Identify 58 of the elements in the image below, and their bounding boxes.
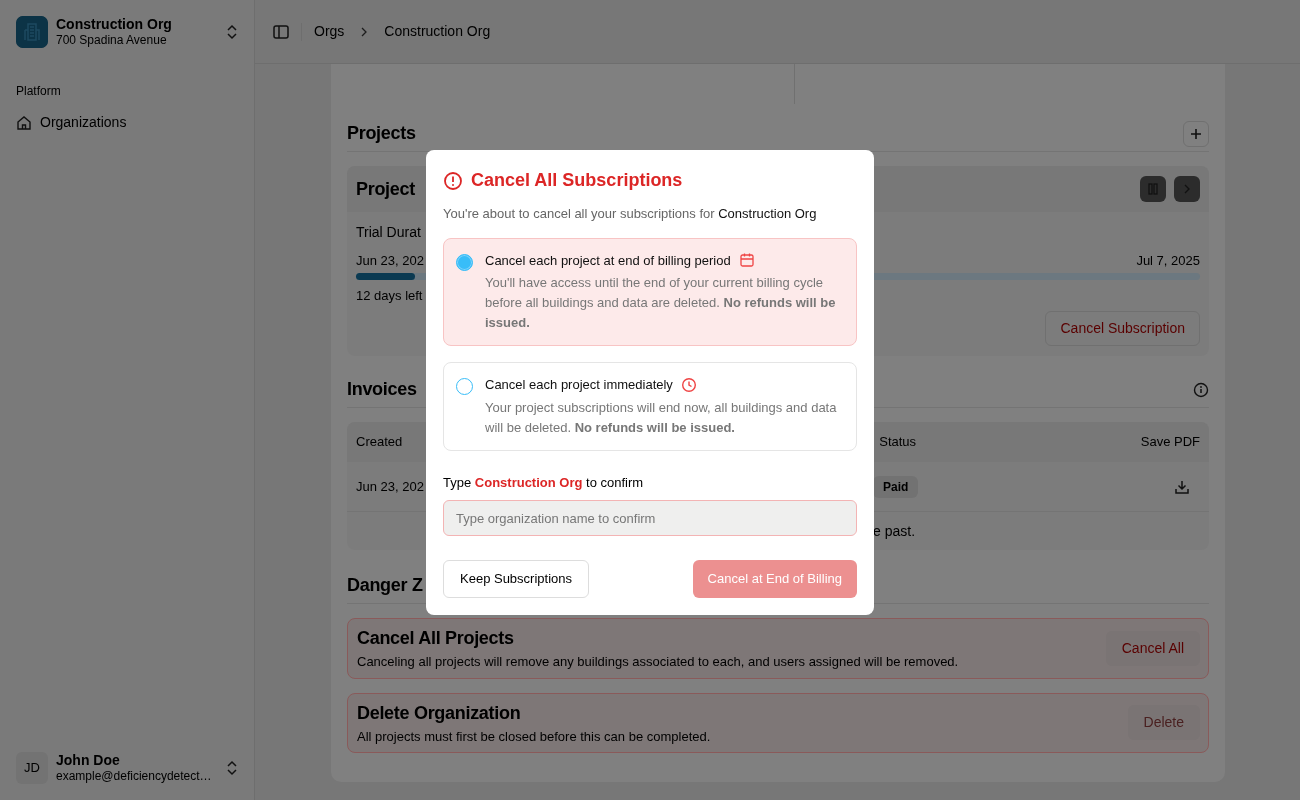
table-note: e past. <box>873 521 916 541</box>
confirm-label: Type Construction Org to confirm <box>443 473 645 492</box>
column-header: Save PDF <box>1140 433 1200 452</box>
chevrons-icon[interactable] <box>226 24 238 40</box>
home-icon <box>16 114 32 131</box>
option-label: Cancel each project immediately <box>485 376 673 394</box>
sidebar-toggle-icon[interactable] <box>273 23 289 40</box>
card-description: Canceling all projects will remove any buildings associated to each, and users assigned will be removed. <box>357 653 959 671</box>
download-icon[interactable] <box>1174 479 1190 496</box>
keep-subscriptions-button[interactable]: Keep Subscriptions <box>443 560 589 598</box>
column-header: Status <box>879 433 917 452</box>
breadcrumb-link[interactable]: Construction Org <box>384 21 491 42</box>
info-icon[interactable] <box>1193 381 1209 398</box>
table-cell-text: Jun 23, 202 <box>356 477 424 496</box>
end-date: Jul 7, 2025 <box>1136 252 1200 270</box>
pause-button[interactable] <box>1140 176 1166 202</box>
status-tag: Paid <box>872 475 919 498</box>
column-header: Created <box>356 433 403 452</box>
cancel-all-button[interactable]: Cancel All <box>1105 630 1200 666</box>
org-name-field[interactable]: Type organization name to confirm <box>443 500 857 536</box>
section-label: Platform <box>16 83 62 100</box>
add-button[interactable] <box>1183 120 1209 147</box>
calendar-icon <box>738 252 755 269</box>
plus-icon <box>1190 127 1202 140</box>
section-heading: Danger Z <box>347 574 423 597</box>
card-description: All projects must first be closed before this can be completed. <box>357 727 711 746</box>
card-title: Delete Organization <box>357 701 522 725</box>
dialog-title: Cancel All Subscriptions <box>471 169 683 192</box>
org-address: 700 Spadina Avenue <box>56 32 168 47</box>
user-name: John Doe <box>56 753 121 769</box>
radio-button[interactable] <box>456 253 473 271</box>
start-date: Jun 23, 202 <box>356 252 424 270</box>
clock-icon <box>680 376 697 393</box>
option-card[interactable]: Cancel each project immediately Your project subscriptions will end now, all buildings and data will be deleted. No refunds will be issued. <box>443 362 857 451</box>
days-left: 12 days left <box>356 286 423 305</box>
alert-icon <box>443 170 463 191</box>
card-title: Cancel All Projects <box>357 627 515 650</box>
section-heading: Invoices <box>347 378 417 401</box>
next-button[interactable] <box>1174 176 1200 202</box>
chevrons-icon[interactable] <box>226 760 238 776</box>
option-card[interactable]: Cancel each project at end of billing period You'll have access until the end of your current billing cycle before all buildings and data are deleted. No refunds will be issued. <box>443 237 857 346</box>
user-avatar: JD <box>16 752 48 784</box>
building-icon <box>16 16 48 48</box>
chevron-right-icon <box>360 26 369 37</box>
breadcrumb-link[interactable]: Orgs <box>314 21 345 42</box>
option-description: You'll have access until the end of your current billing cycle before all buildings and data are deleted. No refunds will be issued. <box>485 274 837 332</box>
trial-label: Trial Durat <box>356 223 421 242</box>
card-title: Project <box>356 177 415 201</box>
cancel-subscription-button[interactable]: Cancel Subscription <box>1045 311 1200 346</box>
org-name: Construction Org <box>56 17 173 33</box>
nav-item[interactable]: Organizations <box>40 112 127 133</box>
option-description: Your project subscriptions will end now, all buildings and data will be deleted. No refunds will be issued. <box>485 398 838 437</box>
user-email: example@deficiencydetect… <box>56 768 213 783</box>
dialog-description: You're about to cancel all your subscriptions for Construction Org <box>443 205 818 223</box>
pause-icon <box>1147 183 1159 195</box>
chevron-right-icon <box>1182 183 1192 195</box>
option-label: Cancel each project at end of billing period <box>485 251 731 270</box>
section-heading: Projects <box>347 122 416 145</box>
